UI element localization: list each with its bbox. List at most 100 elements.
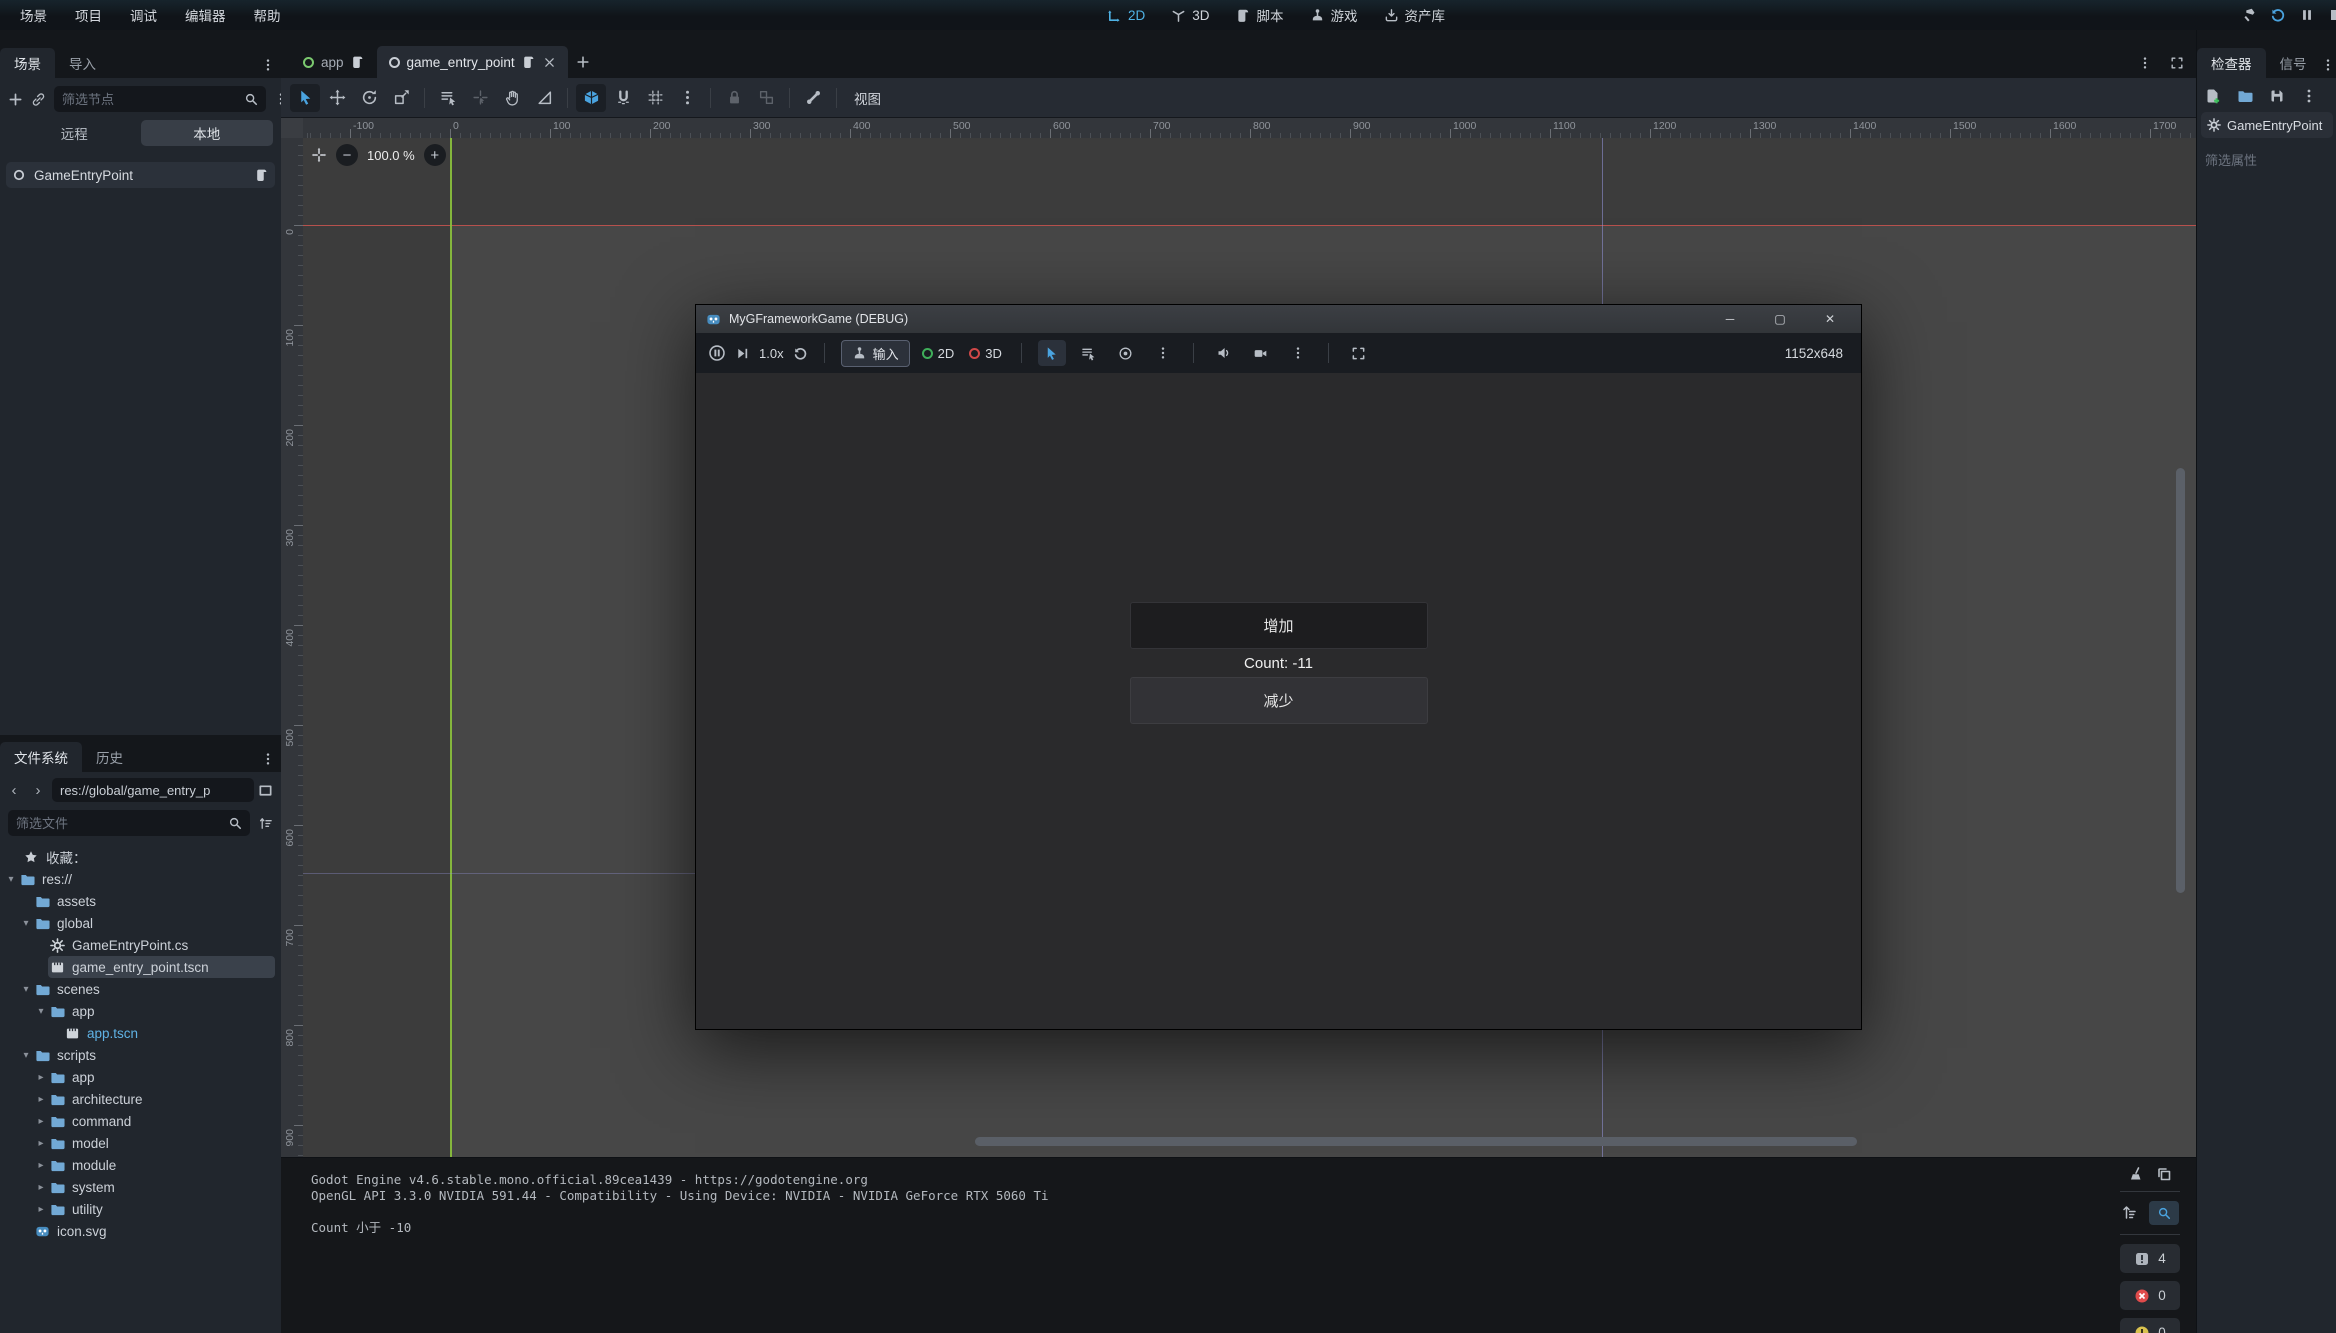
favorites-row[interactable]: 收藏： [0, 846, 281, 868]
file-tree-item-architecture[interactable]: ▸architecture [0, 1088, 281, 1110]
menu-场景[interactable]: 场景 [8, 2, 59, 28]
file-tree-item-command[interactable]: ▸command [0, 1110, 281, 1132]
file-tree-item-res://[interactable]: ▾res:// [0, 868, 281, 890]
speed-label[interactable]: 1.0x [759, 346, 784, 361]
file-tree-item-utility[interactable]: ▸utility [0, 1198, 281, 1220]
close-icon[interactable]: ✕ [1809, 305, 1851, 333]
history-forward-icon[interactable]: › [28, 782, 48, 799]
file-tree-item-model[interactable]: ▸model [0, 1132, 281, 1154]
output-search-button[interactable] [2149, 1201, 2179, 1225]
tree-right-icon[interactable]: ▸ [36, 1116, 46, 1126]
workspace-button-游戏[interactable]: 游戏 [1301, 2, 1367, 28]
camera-button[interactable] [1247, 340, 1275, 366]
filesystem-tab-文件系统[interactable]: 文件系统 [0, 742, 82, 772]
scene-dock-tab-menu-icon[interactable] [261, 58, 275, 72]
menu-编辑器[interactable]: 编辑器 [173, 2, 238, 28]
error-count-badge[interactable]: 0 [2120, 1281, 2180, 1310]
center-view-icon[interactable] [311, 147, 327, 163]
decrease-button[interactable]: 减少 [1130, 677, 1428, 724]
filesystem-tab-历史[interactable]: 历史 [82, 742, 137, 772]
tab-list-icon[interactable] [2138, 56, 2152, 70]
mode-3d-button[interactable]: 3D [966, 346, 1005, 361]
scene-tab-game_entry_point[interactable]: game_entry_point [377, 46, 568, 78]
tree-down-icon[interactable]: ▾ [21, 984, 31, 994]
file-tree-item-module[interactable]: ▸module [0, 1154, 281, 1176]
message-count-badge[interactable]: 4 [2120, 1244, 2180, 1273]
sort-files-icon[interactable] [258, 816, 273, 831]
camera-menu-icon[interactable] [1284, 340, 1312, 366]
property-filter[interactable]: 筛选属性 [2197, 138, 2336, 169]
scene-tab-app[interactable]: app [291, 46, 377, 78]
close-icon[interactable] [543, 56, 556, 69]
game-window-titlebar[interactable]: MyGFrameworkGame (DEBUG) ─ ▢ ✕ [696, 305, 1861, 333]
clear-output-button[interactable] [2128, 1166, 2144, 1182]
add-scene-tab-icon[interactable] [576, 55, 590, 69]
embed-fullscreen-icon[interactable] [1345, 340, 1373, 366]
distraction-free-icon[interactable] [2170, 56, 2184, 70]
node-filter-box[interactable] [54, 86, 266, 112]
file-tree-item-scenes[interactable]: ▾scenes [0, 978, 281, 1000]
audio-mute-button[interactable] [1210, 340, 1238, 366]
pause-button[interactable] [2300, 8, 2314, 22]
script-icon[interactable] [255, 168, 269, 182]
build-button[interactable] [2240, 7, 2256, 23]
tree-right-icon[interactable]: ▸ [36, 1160, 46, 1170]
tool-lock[interactable] [719, 84, 749, 112]
restart-button[interactable] [2270, 7, 2286, 23]
file-tree-item-app[interactable]: ▸app [0, 1066, 281, 1088]
tree-right-icon[interactable]: ▸ [36, 1182, 46, 1192]
tree-down-icon[interactable]: ▾ [6, 874, 16, 884]
file-tree-item-system[interactable]: ▸system [0, 1176, 281, 1198]
game-select-mode-button[interactable] [1038, 340, 1066, 366]
increase-button[interactable]: 增加 [1130, 602, 1428, 649]
zoom-level[interactable]: 100.0 % [367, 148, 415, 163]
minimize-icon[interactable]: ─ [1709, 305, 1751, 333]
file-tree-item-app.tscn[interactable]: app.tscn [0, 1022, 281, 1044]
file-filter-input[interactable] [16, 811, 222, 835]
tree-right-icon[interactable]: ▸ [36, 1204, 46, 1214]
tree-right-icon[interactable]: ▸ [36, 1094, 46, 1104]
local-tab[interactable]: 本地 [141, 120, 274, 146]
new-resource-button[interactable] [2205, 88, 2221, 104]
game-list-select-button[interactable] [1075, 340, 1103, 366]
inspector-tab-信号[interactable]: 信号 [2266, 48, 2321, 78]
vertical-scrollbar[interactable] [2176, 468, 2185, 893]
history-back-icon[interactable]: ‹ [4, 782, 24, 799]
file-tree-item-game_entry_point.tscn[interactable]: game_entry_point.tscn [0, 956, 281, 978]
tree-right-icon[interactable]: ▸ [36, 1138, 46, 1148]
collapse-duplicates-button[interactable] [2121, 1201, 2137, 1225]
remote-tab[interactable]: 远程 [8, 123, 141, 143]
tool-scale[interactable] [386, 84, 416, 112]
filesystem-tab-menu-icon[interactable] [261, 752, 275, 766]
tool-snap-cube[interactable] [576, 84, 606, 112]
save-resource-button[interactable] [2269, 88, 2285, 104]
split-view-icon[interactable] [258, 783, 273, 798]
file-tree-item-global[interactable]: ▾global [0, 912, 281, 934]
current-path-field[interactable] [52, 778, 254, 802]
workspace-button-资产库[interactable]: 资产库 [1375, 2, 1455, 28]
instance-scene-icon[interactable] [31, 92, 46, 107]
inspector-node-row[interactable]: GameEntryPoint [2201, 112, 2333, 138]
copy-output-button[interactable] [2156, 1166, 2172, 1182]
tool-snap-cursor[interactable] [465, 84, 495, 112]
add-node-icon[interactable] [8, 92, 23, 107]
game-menu-icon[interactable] [1149, 340, 1177, 366]
reset-speed-icon[interactable] [793, 346, 808, 361]
tool-list-select[interactable] [433, 84, 463, 112]
mode-2d-button[interactable]: 2D [919, 346, 958, 361]
tool-select-cursor[interactable] [290, 84, 320, 112]
next-frame-icon[interactable] [735, 346, 750, 361]
input-mode-button[interactable]: 输入 [841, 340, 910, 367]
load-resource-button[interactable] [2237, 88, 2253, 104]
tool-rotate[interactable] [354, 84, 384, 112]
tree-down-icon[interactable]: ▾ [21, 918, 31, 928]
file-tree-item-icon.svg[interactable]: icon.svg [0, 1220, 281, 1242]
camera-override-button[interactable] [1112, 340, 1140, 366]
file-tree-item-scripts[interactable]: ▾scripts [0, 1044, 281, 1066]
tool-move[interactable] [322, 84, 352, 112]
tool-dots[interactable] [672, 84, 702, 112]
scene-dock-tab-导入[interactable]: 导入 [55, 48, 110, 78]
file-tree-item-assets[interactable]: assets [0, 890, 281, 912]
inspector-tab-检查器[interactable]: 检查器 [2197, 48, 2266, 78]
node-filter-input[interactable] [62, 87, 238, 111]
